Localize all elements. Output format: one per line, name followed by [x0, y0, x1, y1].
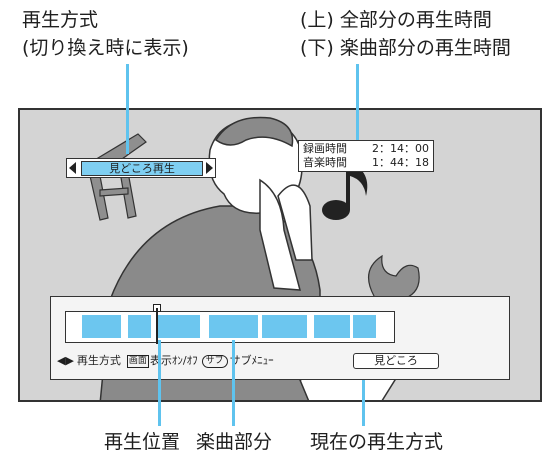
music-segment	[313, 315, 350, 338]
music-segment	[209, 315, 259, 338]
tv-screen: 見どころ再生 録画時間 2：14：00 音楽時間 1：44：18 ◀▶ 再生方式…	[18, 108, 542, 402]
position-marker[interactable]	[156, 308, 159, 344]
music-segment	[352, 315, 376, 338]
playback-mode-selector[interactable]: 見どころ再生	[66, 158, 216, 178]
left-right-arrows-icon: ◀▶	[57, 354, 74, 367]
playback-panel: ◀▶ 再生方式 画面 表示ｵﾝ/ｵﾌ サブ サブﾒﾆｭｰ 見どころ	[50, 296, 510, 380]
arrows-hint-label: 再生方式	[76, 354, 121, 367]
music-segment	[261, 315, 308, 338]
sub-hint-label: サブﾒﾆｭｰ	[229, 354, 274, 367]
music-time-value: 1：44：18	[372, 156, 429, 169]
music-segment	[82, 315, 122, 338]
music-segment	[157, 315, 200, 338]
current-mode-badge: 見どころ	[353, 353, 439, 369]
callout-current-mode: 現在の再生方式	[310, 431, 444, 453]
playback-mode-label: 見どころ再生	[81, 161, 203, 176]
leader-line-current-mode	[362, 380, 365, 426]
left-arrow-icon[interactable]	[69, 162, 76, 174]
callout-mode-title: 再生方式	[22, 9, 99, 31]
recording-time-row: 録画時間 2：14：00	[303, 142, 429, 156]
display-button-icon: 画面	[126, 354, 149, 368]
music-segment	[127, 315, 151, 338]
callout-position: 再生位置	[104, 431, 181, 453]
callout-mode-subtitle: (切り換え時に表示)	[22, 37, 189, 59]
right-arrow-icon[interactable]	[206, 162, 213, 174]
sub-button-icon: サブ	[201, 354, 228, 368]
progress-bar[interactable]	[65, 304, 395, 344]
music-time-label: 音楽時間	[303, 156, 347, 169]
callout-music-time: (下) 楽曲部分の再生時間	[300, 37, 511, 59]
time-info-box: 録画時間 2：14：00 音楽時間 1：44：18	[298, 140, 434, 172]
leader-line-position	[158, 340, 161, 426]
music-time-row: 音楽時間 1：44：18	[303, 156, 429, 170]
recording-time-value: 2：14：00	[372, 142, 429, 155]
callout-total-time: (上) 全部分の再生時間	[300, 9, 492, 31]
leader-line-music	[232, 340, 235, 426]
recording-time-label: 録画時間	[303, 142, 347, 155]
callout-music-part: 楽曲部分	[196, 431, 273, 453]
leader-line-time	[356, 64, 359, 140]
leader-line-mode	[126, 64, 129, 154]
